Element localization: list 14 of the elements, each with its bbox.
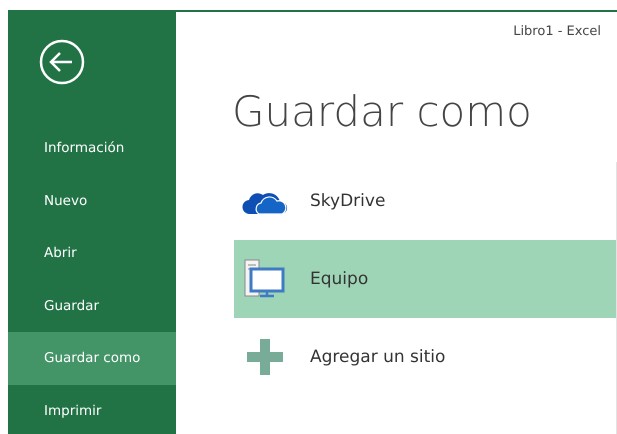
sidebar-item[interactable]: Información	[8, 122, 176, 174]
place-item[interactable]: Agregar un sitio	[234, 318, 616, 396]
sidebar-item[interactable]: Abrir	[8, 227, 176, 280]
page-heading: Guardar como	[232, 87, 533, 136]
place-item[interactable]: SkyDrive	[234, 162, 616, 240]
plus-icon	[247, 339, 283, 375]
computer-icon	[244, 259, 286, 299]
sidebar-item[interactable]: Nuevo	[8, 174, 176, 227]
window-title: Libro1 - Excel	[513, 24, 601, 39]
sidebar-item[interactable]: Imprimir	[8, 384, 176, 434]
sidebar-item[interactable]: Guardar como	[8, 332, 176, 384]
place-item[interactable]: Equipo	[234, 240, 616, 318]
back-button[interactable]	[38, 38, 86, 86]
sidebar-item[interactable]: Guardar	[8, 280, 176, 332]
